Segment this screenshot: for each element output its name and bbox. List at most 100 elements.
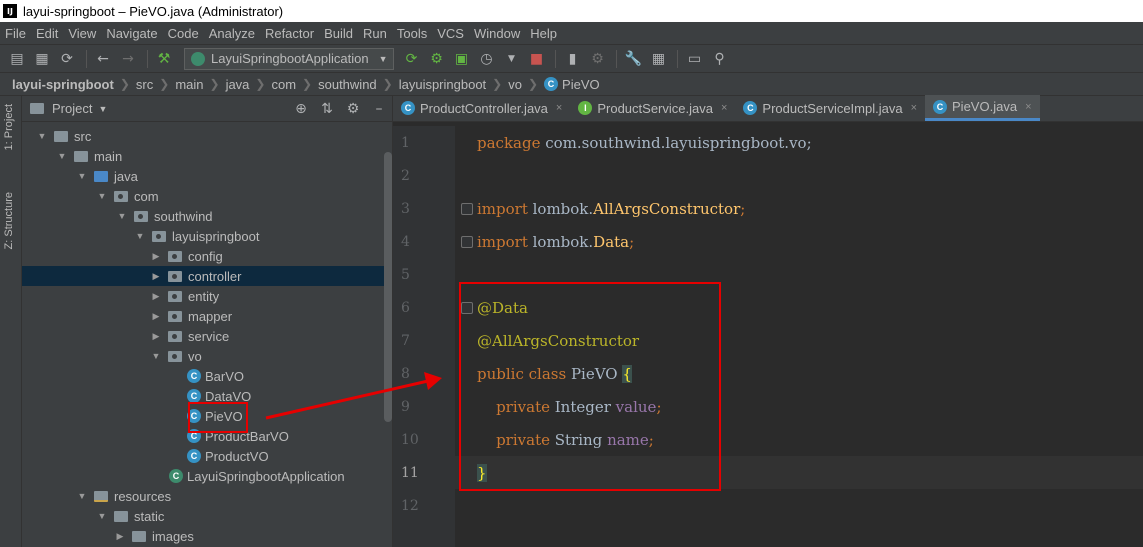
settings-gear-icon[interactable]: ⚙: [340, 96, 366, 122]
settings-wrench-icon[interactable]: 🔧: [622, 48, 644, 70]
project-structure-icon[interactable]: ▦: [647, 48, 669, 70]
open-folder-icon[interactable]: ▤: [6, 48, 28, 70]
close-icon[interactable]: ×: [911, 102, 917, 114]
expanded-arrow-icon[interactable]: ▼: [134, 231, 146, 241]
structure-tool-tab[interactable]: Z: Structure: [3, 192, 15, 249]
forward-arrow-icon[interactable]: →: [117, 48, 139, 70]
tree-node-java[interactable]: ▼ java: [22, 166, 392, 186]
menu-edit[interactable]: Edit: [35, 26, 59, 41]
line-number: 8: [401, 365, 410, 382]
menu-help[interactable]: Help: [529, 26, 558, 41]
menu-build[interactable]: Build: [323, 26, 354, 41]
project-panel-title[interactable]: Project: [52, 101, 92, 116]
tree-node-com[interactable]: ▼ com: [22, 186, 392, 206]
tree-node-main[interactable]: ▼ main: [22, 146, 392, 166]
breadcrumb-main[interactable]: main: [175, 77, 203, 92]
expanded-arrow-icon[interactable]: ▼: [76, 491, 88, 501]
interface-icon: I: [578, 101, 593, 115]
tree-node-src[interactable]: ▼ src: [22, 126, 392, 146]
menu-tools[interactable]: Tools: [396, 26, 428, 41]
breadcrumb-java[interactable]: java: [226, 77, 250, 92]
class-icon: C: [544, 77, 559, 91]
breadcrumb-com[interactable]: com: [271, 77, 296, 92]
tree-node-entity[interactable]: ▶ entity: [22, 286, 392, 306]
breadcrumb-layuispringboot[interactable]: layuispringboot: [399, 77, 486, 92]
tree-node-southwind[interactable]: ▼ southwind: [22, 206, 392, 226]
back-arrow-icon[interactable]: ←: [92, 48, 114, 70]
search-icon[interactable]: ⚲: [708, 48, 730, 70]
stop-icon[interactable]: ■: [525, 48, 547, 70]
tree-node-controller[interactable]: ▶ controller: [22, 266, 392, 286]
update-project-icon[interactable]: ▮: [561, 48, 583, 70]
profile-icon[interactable]: ◷: [475, 48, 497, 70]
collapsed-arrow-icon[interactable]: ▶: [150, 291, 162, 302]
menu-analyze[interactable]: Analyze: [208, 26, 256, 41]
menu-window[interactable]: Window: [473, 26, 521, 41]
breadcrumb-vo[interactable]: vo: [508, 77, 522, 92]
tree-node-layuispringboot[interactable]: ▼ layuispringboot: [22, 226, 392, 246]
chevron-down-icon[interactable]: ▼: [98, 104, 107, 114]
coverage-icon[interactable]: ▣: [450, 48, 472, 70]
breadcrumb-southwind[interactable]: southwind: [318, 77, 377, 92]
expanded-arrow-icon[interactable]: ▼: [76, 171, 88, 181]
tree-node-mapper[interactable]: ▶ mapper: [22, 306, 392, 326]
close-icon[interactable]: ×: [721, 102, 727, 114]
fold-marker-icon[interactable]: [461, 202, 473, 215]
menu-refactor[interactable]: Refactor: [264, 26, 315, 41]
fold-marker-icon[interactable]: [461, 235, 473, 248]
collapsed-arrow-icon[interactable]: ▶: [150, 331, 162, 342]
terminal-icon[interactable]: ▭: [683, 48, 705, 70]
expanded-arrow-icon[interactable]: ▼: [36, 131, 48, 141]
tab-label: ProductService.java: [597, 100, 713, 116]
expanded-arrow-icon[interactable]: ▼: [56, 151, 68, 161]
tab-product-controller[interactable]: C ProductController.java ×: [393, 95, 570, 121]
chevron-down-icon[interactable]: ▼: [500, 48, 522, 70]
tree-node-productvo[interactable]: C ProductVO: [22, 446, 392, 466]
tree-node-label: images: [152, 528, 194, 544]
menu-run[interactable]: Run: [362, 26, 388, 41]
tree-node-resources[interactable]: ▼ resources: [22, 486, 392, 506]
expanded-arrow-icon[interactable]: ▼: [116, 211, 128, 221]
tree-node-service[interactable]: ▶ service: [22, 326, 392, 346]
tree-node-barvo[interactable]: C BarVO: [22, 366, 392, 386]
close-icon[interactable]: ×: [1025, 101, 1031, 113]
tree-node-application[interactable]: C LayuiSpringbootApplication: [22, 466, 392, 486]
expanded-arrow-icon[interactable]: ▼: [150, 351, 162, 361]
collapse-all-icon[interactable]: ⇅: [314, 96, 340, 122]
close-icon[interactable]: ×: [556, 102, 562, 114]
collapsed-arrow-icon[interactable]: ▶: [150, 251, 162, 262]
menu-navigate[interactable]: Navigate: [105, 26, 158, 41]
save-icon[interactable]: ▦: [31, 48, 53, 70]
breadcrumb-pievo[interactable]: PieVO: [562, 77, 600, 92]
expanded-arrow-icon[interactable]: ▼: [96, 511, 108, 521]
run-configuration-select[interactable]: LayuiSpringbootApplication ▼: [184, 47, 395, 70]
project-tool-tab[interactable]: 1: Project: [3, 104, 15, 150]
tree-node-static[interactable]: ▼ static: [22, 506, 392, 526]
build-hammer-icon[interactable]: ⚒: [153, 48, 175, 70]
breadcrumb-src[interactable]: src: [136, 77, 153, 92]
expanded-arrow-icon[interactable]: ▼: [96, 191, 108, 201]
hide-panel-icon[interactable]: –: [366, 96, 392, 122]
tree-scrollbar[interactable]: [384, 152, 392, 422]
tree-node-vo[interactable]: ▼ vo: [22, 346, 392, 366]
menu-file[interactable]: File: [4, 26, 27, 41]
collapsed-arrow-icon[interactable]: ▶: [114, 531, 126, 542]
locate-file-icon[interactable]: ⊕: [288, 96, 314, 122]
collapsed-arrow-icon[interactable]: ▶: [150, 271, 162, 282]
menu-view[interactable]: View: [67, 26, 97, 41]
tab-product-service-impl[interactable]: C ProductServiceImpl.java ×: [735, 95, 925, 121]
chevron-right-icon: ❯: [255, 77, 266, 91]
debug-icon[interactable]: ⚙: [425, 48, 447, 70]
tree-node-images[interactable]: ▶ images: [22, 526, 392, 546]
sync-icon[interactable]: ⟳: [56, 48, 78, 70]
rerun-icon[interactable]: ⟳: [400, 48, 422, 70]
attach-debugger-icon[interactable]: ⚙: [586, 48, 608, 70]
collapsed-arrow-icon[interactable]: ▶: [150, 311, 162, 322]
breadcrumb-project[interactable]: layui-springboot: [12, 77, 114, 92]
title-bar: IJ layui-springboot – PieVO.java (Admini…: [0, 0, 1143, 22]
tab-pievo[interactable]: C PieVO.java ×: [925, 95, 1040, 121]
tab-product-service[interactable]: I ProductService.java ×: [570, 95, 735, 121]
menu-vcs[interactable]: VCS: [436, 26, 465, 41]
tree-node-config[interactable]: ▶ config: [22, 246, 392, 266]
menu-code[interactable]: Code: [167, 26, 200, 41]
